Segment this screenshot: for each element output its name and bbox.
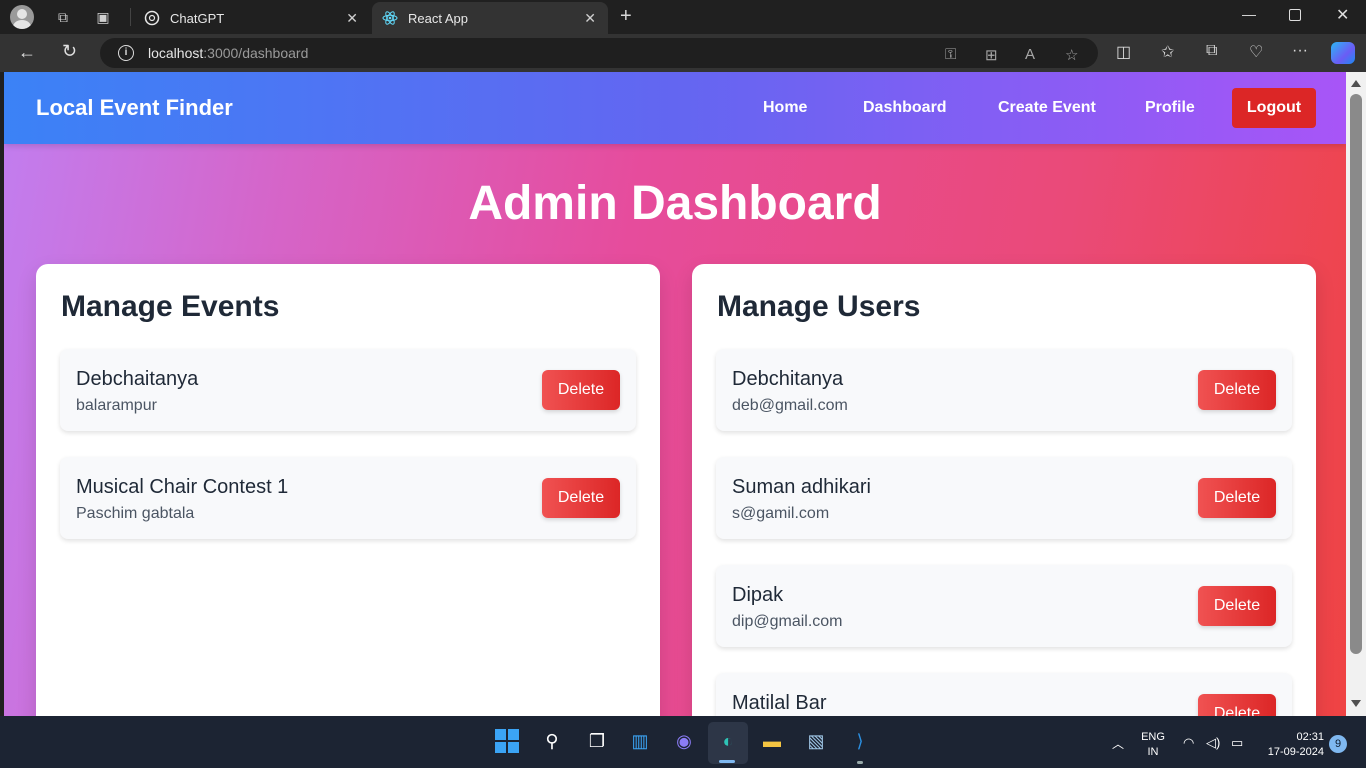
event-name: Debchaitanya bbox=[76, 368, 199, 390]
favorites-icon[interactable]: ✩ bbox=[1161, 42, 1174, 62]
delete-user-button[interactable]: Delete bbox=[1198, 478, 1276, 518]
browser-essentials-icon[interactable]: ♡ bbox=[1249, 42, 1263, 62]
delete-event-button[interactable]: Delete bbox=[542, 478, 620, 518]
url-input[interactable]: i localhost:3000/dashboard ⚿ ⊞ A ☆ bbox=[100, 38, 1098, 68]
url-text: localhost:3000/dashboard bbox=[148, 45, 309, 61]
password-key-icon[interactable]: ⚿ bbox=[945, 46, 956, 63]
tab-actions-icon[interactable]: ▣ bbox=[92, 6, 114, 28]
windows-start-icon[interactable] bbox=[494, 728, 520, 754]
user-name: Dipak bbox=[732, 584, 784, 606]
close-icon[interactable]: ✕ bbox=[346, 10, 358, 27]
user-card: Matilal Bar Delete bbox=[716, 673, 1292, 716]
tab-label: React App bbox=[408, 10, 468, 26]
user-name: Suman adhikari bbox=[732, 476, 871, 498]
running-indicator bbox=[857, 761, 863, 764]
edge-browser-icon[interactable]: ◐ bbox=[715, 728, 741, 754]
tab-label: ChatGPT bbox=[170, 10, 225, 26]
event-name: Musical Chair Contest 1 bbox=[76, 476, 289, 498]
photos-app-icon[interactable]: ▧ bbox=[803, 728, 829, 754]
user-card: Dipak dip@gmail.com Delete bbox=[716, 565, 1292, 647]
tab-chatgpt[interactable]: ChatGPT ✕ bbox=[134, 2, 370, 34]
nav-create-event-link[interactable]: Create Event bbox=[998, 99, 1096, 117]
nav-dashboard-link[interactable]: Dashboard bbox=[863, 99, 947, 117]
profile-icon[interactable] bbox=[10, 5, 34, 29]
minimize-icon[interactable]: — bbox=[1242, 6, 1256, 22]
collections-icon[interactable]: ⧉ bbox=[1206, 42, 1217, 60]
user-email: dip@gmail.com bbox=[732, 613, 843, 630]
copilot-icon[interactable] bbox=[1331, 42, 1355, 64]
task-view-icon[interactable]: ❐ bbox=[584, 728, 610, 754]
user-card: Debchitanya deb@gmail.com Delete bbox=[716, 349, 1292, 431]
tab-react-app[interactable]: React App ✕ bbox=[372, 2, 608, 34]
panel-heading: Manage Events bbox=[61, 290, 280, 323]
delete-user-button[interactable]: Delete bbox=[1198, 370, 1276, 410]
window-close-icon[interactable]: ✕ bbox=[1336, 5, 1349, 25]
running-indicator bbox=[719, 760, 735, 763]
delete-event-button[interactable]: Delete bbox=[542, 370, 620, 410]
workspaces-icon[interactable]: ⧉ bbox=[52, 6, 74, 28]
user-name: Debchitanya bbox=[732, 368, 844, 390]
page-title: Admin Dashboard bbox=[468, 177, 882, 230]
nav-profile-link[interactable]: Profile bbox=[1145, 99, 1195, 117]
more-menu-icon[interactable]: ··· bbox=[1292, 42, 1308, 60]
favorite-star-icon[interactable]: ☆ bbox=[1065, 46, 1078, 64]
event-card: Musical Chair Contest 1 Paschim gabtala … bbox=[60, 457, 636, 539]
battery-icon[interactable]: ▭ bbox=[1231, 735, 1243, 751]
manage-events-panel: Manage Events Debchaitanya balarampur De… bbox=[36, 264, 660, 716]
page-viewport: Local Event Finder Home Dashboard Create… bbox=[4, 72, 1346, 716]
user-email: deb@gmail.com bbox=[732, 397, 848, 414]
notification-badge[interactable]: 9 bbox=[1329, 735, 1347, 753]
scroll-up-arrow-icon[interactable] bbox=[1351, 80, 1361, 87]
logout-button[interactable]: Logout bbox=[1232, 88, 1316, 128]
widgets-icon[interactable]: ▥ bbox=[627, 728, 653, 754]
brand-logo[interactable]: Local Event Finder bbox=[36, 95, 233, 121]
close-icon[interactable]: ✕ bbox=[584, 10, 596, 27]
teams-chat-icon[interactable]: ◉ bbox=[671, 728, 697, 754]
reload-icon[interactable]: ↻ bbox=[62, 41, 77, 62]
chatgpt-icon bbox=[144, 10, 160, 26]
react-icon bbox=[382, 10, 398, 26]
divider bbox=[130, 8, 131, 26]
app-available-icon[interactable]: ⊞ bbox=[985, 46, 998, 64]
event-card: Debchaitanya balarampur Delete bbox=[60, 349, 636, 431]
info-icon[interactable]: i bbox=[118, 45, 134, 61]
volume-icon[interactable]: ◁) bbox=[1206, 735, 1220, 751]
wifi-icon[interactable]: ◠ bbox=[1183, 735, 1194, 751]
chevron-up-icon[interactable]: ︿ bbox=[1112, 735, 1124, 752]
event-location: balarampur bbox=[76, 397, 157, 414]
user-card: Suman adhikari s@gamil.com Delete bbox=[716, 457, 1292, 539]
clock[interactable]: 02:31 17-09-2024 bbox=[1258, 730, 1324, 760]
manage-users-panel: Manage Users Debchitanya deb@gmail.com D… bbox=[692, 264, 1316, 716]
split-screen-icon[interactable]: ◫ bbox=[1116, 42, 1131, 62]
panel-heading: Manage Users bbox=[717, 290, 921, 323]
new-tab-icon[interactable]: + bbox=[620, 5, 632, 28]
maximize-icon[interactable] bbox=[1289, 9, 1301, 21]
browser-tab-strip: ⧉ ▣ ChatGPT ✕ React App ✕ + — ✕ bbox=[0, 0, 1366, 34]
delete-user-button[interactable]: Delete bbox=[1198, 694, 1276, 716]
read-aloud-icon[interactable]: A bbox=[1025, 46, 1035, 63]
vscode-icon[interactable]: ⟩ bbox=[847, 728, 873, 754]
delete-user-button[interactable]: Delete bbox=[1198, 586, 1276, 626]
search-icon[interactable]: ⚲ bbox=[539, 728, 565, 754]
app-navbar: Local Event Finder Home Dashboard Create… bbox=[4, 72, 1346, 144]
scroll-down-arrow-icon[interactable] bbox=[1351, 700, 1361, 707]
user-email: s@gamil.com bbox=[732, 505, 830, 522]
nav-home-link[interactable]: Home bbox=[763, 99, 807, 117]
back-arrow-icon[interactable]: ← bbox=[18, 42, 36, 63]
language-indicator[interactable]: ENG IN bbox=[1140, 730, 1166, 760]
scroll-thumb[interactable] bbox=[1350, 94, 1362, 654]
file-explorer-icon[interactable]: ▬ bbox=[759, 728, 785, 754]
page-scrollbar[interactable] bbox=[1346, 72, 1366, 716]
event-location: Paschim gabtala bbox=[76, 505, 195, 522]
user-name: Matilal Bar bbox=[732, 692, 827, 714]
